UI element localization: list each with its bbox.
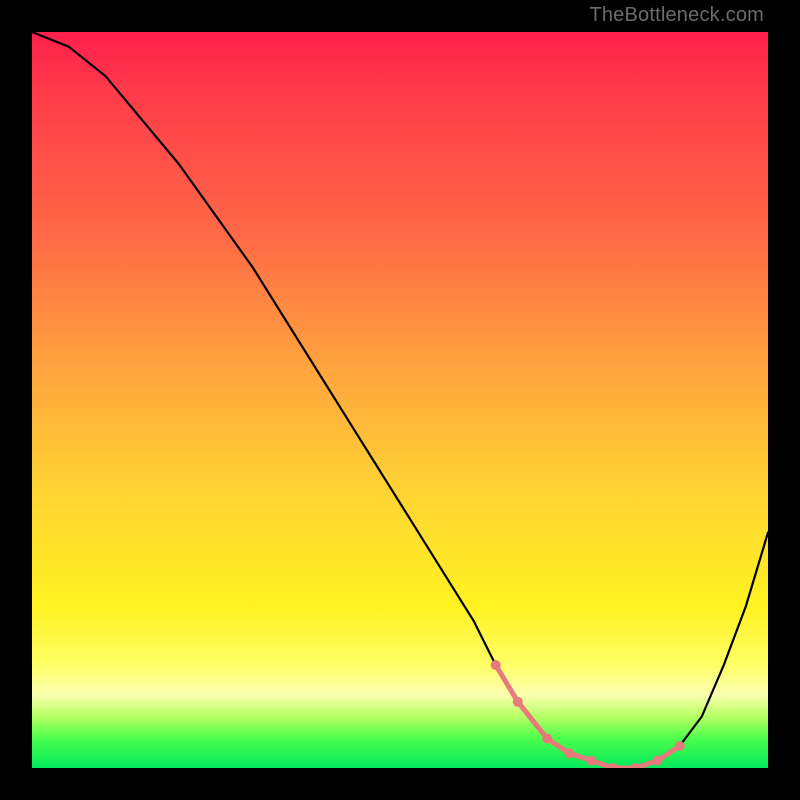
marker-dot (675, 741, 685, 751)
curve-line (32, 32, 768, 768)
marker-dot (491, 660, 501, 670)
marker-dot (542, 734, 552, 744)
marker-dot (631, 763, 641, 768)
marker-dot (608, 763, 618, 768)
chart-svg (32, 32, 768, 768)
marker-dot (564, 748, 574, 758)
watermark-text: TheBottleneck.com (589, 4, 764, 27)
chart-frame: TheBottleneck.com (0, 0, 800, 800)
marker-segment (491, 660, 685, 768)
chart-plot-area (32, 32, 768, 768)
marker-dot (513, 697, 523, 707)
marker-dot (586, 756, 596, 766)
marker-dot (653, 756, 663, 766)
